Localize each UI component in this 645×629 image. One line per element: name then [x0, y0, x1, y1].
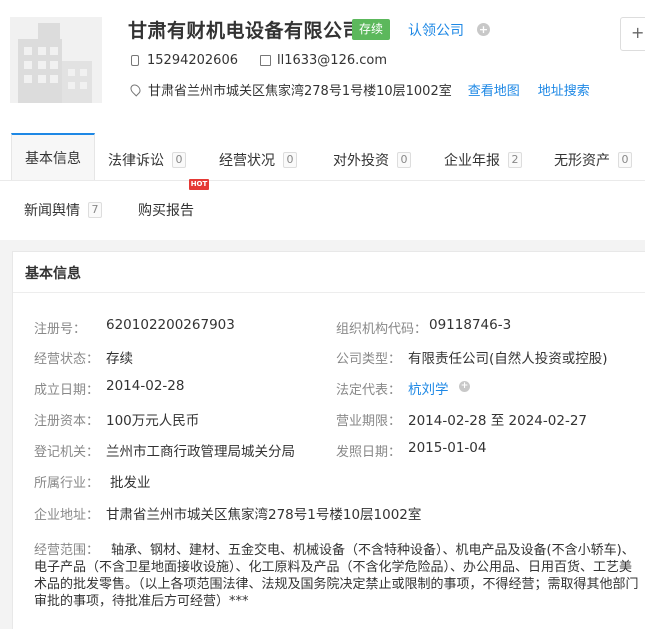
address-label: 企业地址：	[34, 508, 100, 523]
tab-news[interactable]: 新闻舆情 7	[24, 200, 102, 220]
location-pin-icon	[128, 82, 143, 97]
legal-rep-link[interactable]: 杭刘学	[408, 378, 449, 398]
panel-divider	[13, 292, 645, 293]
tab-count: 2	[508, 152, 522, 168]
tab-annual-reports[interactable]: 企业年报 2	[444, 150, 522, 170]
company-type-value: 有限责任公司(自然人投资或控股)	[408, 351, 608, 367]
tab-label: 法律诉讼	[108, 153, 164, 169]
term-label: 营业期限：	[336, 414, 402, 429]
tab-label: 经营状况	[219, 153, 275, 169]
tab-label: 购买报告	[138, 203, 194, 219]
tab-intangible-assets[interactable]: 无形资产 0	[554, 150, 632, 170]
claim-company-link[interactable]: 认领公司	[408, 20, 464, 40]
authority-label: 登记机关：	[34, 445, 100, 460]
email-address[interactable]: ll1633@126.com	[277, 53, 387, 68]
reg-no-label: 注册号：	[34, 322, 87, 337]
tabs-divider	[0, 180, 645, 181]
tab-count: 0	[283, 152, 297, 168]
industry-label: 所属行业：	[34, 476, 100, 491]
address-search-link[interactable]: 地址搜索	[538, 80, 590, 99]
org-code-label: 组织机构代码：	[336, 322, 428, 337]
org-code-value: 09118746-3	[429, 317, 512, 333]
contact-row: 15294202606 ll1633@126.com	[131, 53, 387, 68]
status-badge: 存续	[352, 19, 390, 40]
industry-value: 批发业	[110, 475, 151, 491]
authority-value: 兰州市工商行政管理局城关分局	[106, 444, 295, 460]
reg-no-value: 620102200267903	[106, 317, 235, 333]
term-value: 2014-02-28 至 2024-02-27	[408, 413, 587, 429]
phone-number: 15294202606	[147, 53, 238, 68]
scope-value: 轴承、钢材、建材、五金交电、机械设备（不含特种设备）、机电产品及设备(不含小轿车…	[34, 543, 639, 609]
tab-count: 0	[397, 152, 411, 168]
phone-icon	[131, 55, 139, 66]
issue-date-value: 2015-01-04	[408, 440, 487, 456]
capital-value: 100万元人民币	[106, 413, 200, 429]
add-button[interactable]: +	[620, 17, 645, 51]
tab-label: 对外投资	[333, 153, 389, 169]
header-address: 甘肃省兰州市城关区焦家湾278号1号楼10层1002室	[148, 84, 452, 99]
tab-legal[interactable]: 法律诉讼 0	[108, 150, 186, 170]
hot-badge: HOT	[189, 179, 209, 190]
tab-label: 新闻舆情	[24, 203, 80, 219]
basic-info-panel: 基本信息 注册号： 620102200267903 组织机构代码： 091187…	[12, 251, 645, 629]
tab-investments[interactable]: 对外投资 0	[333, 150, 411, 170]
company-type-label: 公司类型：	[336, 352, 402, 367]
tab-count: 0	[618, 152, 632, 168]
company-logo-placeholder	[10, 17, 102, 103]
founded-value: 2014-02-28	[106, 378, 185, 394]
tab-buy-report[interactable]: 购买报告	[138, 200, 194, 220]
address-row: 甘肃省兰州市城关区焦家湾278号1号楼10层1002室 查看地图 地址搜索	[128, 80, 590, 99]
issue-date-label: 发照日期：	[336, 445, 402, 460]
tab-basic-info[interactable]: 基本信息	[11, 133, 95, 181]
scope-label: 经营范围：	[34, 543, 100, 558]
email-icon	[259, 55, 271, 66]
legal-rep-label: 法定代表：	[336, 383, 402, 398]
capital-label: 注册资本：	[34, 414, 100, 429]
business-scope: 经营范围： 轴承、钢材、建材、五金交电、机械设备（不含特种设备）、机电产品及设备(…	[34, 542, 644, 610]
panel-title: 基本信息	[25, 266, 81, 282]
company-header: 甘肃有财机电设备有限公司 存续 认领公司 + + 15294202606 ll1…	[0, 0, 645, 240]
company-name: 甘肃有财机电设备有限公司	[128, 20, 363, 42]
tab-operations[interactable]: 经营状况 0	[219, 150, 297, 170]
tab-label: 企业年报	[444, 153, 500, 169]
biz-status-label: 经营状态：	[34, 352, 100, 367]
view-map-link[interactable]: 查看地图	[468, 80, 520, 99]
address-value: 甘肃省兰州市城关区焦家湾278号1号楼10层1002室	[106, 507, 422, 523]
tab-count: 0	[172, 152, 186, 168]
biz-status-value: 存续	[106, 351, 133, 367]
tab-label: 基本信息	[25, 151, 81, 167]
tab-label: 无形资产	[554, 153, 610, 169]
claim-plus-icon[interactable]: +	[477, 23, 490, 36]
legal-rep-plus-icon[interactable]: +	[459, 381, 470, 392]
founded-label: 成立日期：	[34, 383, 100, 398]
tab-count: 7	[88, 202, 102, 218]
